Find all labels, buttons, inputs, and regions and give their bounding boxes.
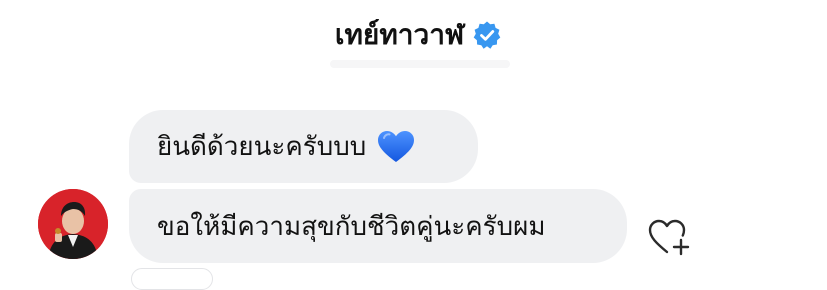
contact-name[interactable]: เทย์ทาวาฬ [335,13,464,57]
message-text: ยินดีด้วยนะครับบบ [157,132,367,162]
header-divider [330,60,510,68]
message-bubble[interactable]: ยินดีด้วยนะครับบบ [129,110,478,183]
sender-avatar[interactable] [38,189,108,259]
message-bubble[interactable]: ขอให้มีความสุขกับชีวิตคู่นะครับผม [129,189,627,263]
heart-plus-icon[interactable] [645,215,693,259]
blue-heart-emoji-icon [376,129,416,165]
message-text: ขอให้มีความสุขกับชีวิตคู่นะครับผม [157,211,546,242]
partial-next-message [131,268,213,290]
contact-title[interactable]: เทย์ทาวาฬ [335,13,502,57]
verified-badge-icon [472,20,502,50]
